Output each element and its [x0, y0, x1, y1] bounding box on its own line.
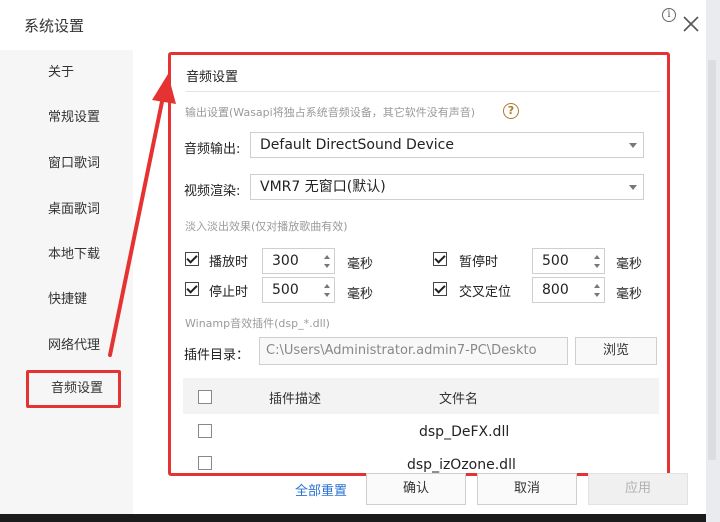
fade-play-value: 300 [272, 253, 299, 269]
fade-play-checkbox[interactable] [185, 252, 199, 266]
column-header-description: 插件描述 [269, 392, 322, 407]
sidebar-item-shortcuts[interactable]: 快捷键 [20, 282, 120, 318]
sidebar-item-proxy[interactable]: 网络代理 [20, 328, 120, 364]
ok-button[interactable]: 确认 [366, 473, 466, 505]
fade-play-stepper[interactable]: 300 [262, 248, 335, 274]
crossfade-seek-stepper[interactable]: 800 [532, 277, 605, 303]
scrollbar[interactable] [708, 60, 716, 460]
chevron-down-icon[interactable] [324, 264, 330, 268]
video-render-label: 视频渲染: [184, 184, 241, 199]
fade-stop-label: 停止时 [209, 285, 249, 300]
sidebar-item-desktop-lyrics[interactable]: 桌面歌词 [20, 192, 120, 228]
info-icon[interactable]: i [662, 8, 676, 22]
fade-stop-unit: 毫秒 [347, 287, 374, 302]
settings-dialog: 系统设置 i 关于 常规设置 窗口歌词 桌面歌词 本地下载 快捷键 网络代理 音… [0, 0, 706, 522]
fade-hint: 淡入淡出效果(仅对播放歌曲有效) [185, 220, 348, 233]
section-title: 音频设置 [186, 70, 239, 85]
chevron-down-icon[interactable] [324, 293, 330, 297]
plugin-dir-input[interactable]: C:\Users\Administrator.admin7-PC\Deskto [259, 337, 568, 365]
video-render-select[interactable]: VMR7 无窗口(默认) [250, 174, 644, 200]
row-checkbox[interactable] [198, 456, 212, 470]
row-checkbox[interactable] [198, 424, 212, 438]
chevron-up-icon[interactable] [324, 255, 330, 259]
browse-button[interactable]: 浏览 [575, 337, 657, 365]
crossfade-seek-label: 交叉定位 [459, 285, 512, 300]
fade-pause-unit: 毫秒 [616, 257, 643, 272]
table-header: 插件描述 文件名 [183, 378, 659, 414]
column-header-filename: 文件名 [439, 392, 479, 407]
apply-button[interactable]: 应用 [588, 473, 688, 505]
background-strip [0, 514, 706, 522]
fade-pause-checkbox[interactable] [433, 252, 447, 266]
sidebar-item-local-download[interactable]: 本地下载 [20, 237, 120, 273]
chevron-down-icon [629, 185, 637, 190]
audio-settings-panel: 音频设置 输出设置(Wasapi将独占系统音频设备，其它软件没有声音) ? 音频… [168, 52, 670, 476]
sidebar-item-window-lyrics[interactable]: 窗口歌词 [20, 146, 120, 182]
crossfade-seek-checkbox[interactable] [433, 282, 447, 296]
select-all-checkbox[interactable] [198, 390, 212, 404]
plugin-table: 插件描述 文件名 dsp_DeFX.dll dsp_izOzone.dll [183, 378, 659, 473]
sidebar: 关于 常规设置 窗口歌词 桌面歌词 本地下载 快捷键 网络代理 音频设置 [0, 50, 133, 522]
row-filename: dsp_izOzone.dll [407, 457, 516, 473]
wasapi-hint: 输出设置(Wasapi将独占系统音频设备，其它软件没有声音) [185, 106, 476, 119]
background-window-edge [706, 0, 720, 522]
close-icon[interactable] [681, 14, 701, 34]
chevron-down-icon[interactable] [594, 293, 600, 297]
audio-output-label: 音频输出: [184, 142, 241, 157]
crossfade-seek-value: 800 [542, 282, 569, 298]
fade-stop-value: 500 [272, 282, 299, 298]
chevron-up-icon[interactable] [594, 255, 600, 259]
fade-pause-value: 500 [542, 253, 569, 269]
sidebar-item-audio[interactable]: 音频设置 [26, 370, 121, 408]
chevron-up-icon[interactable] [324, 284, 330, 288]
audio-output-value: Default DirectSound Device [260, 137, 454, 153]
chevron-down-icon[interactable] [594, 264, 600, 268]
section-divider [186, 91, 660, 92]
winamp-hint: Winamp音效插件(dsp_*.dll) [185, 317, 330, 330]
row-filename: dsp_DeFX.dll [419, 424, 510, 440]
help-icon[interactable]: ? [503, 103, 519, 119]
video-render-value: VMR7 无窗口(默认) [260, 179, 386, 195]
reset-all-link[interactable]: 全部重置 [295, 480, 347, 499]
fade-stop-stepper[interactable]: 500 [262, 277, 335, 303]
sidebar-item-about[interactable]: 关于 [20, 55, 120, 91]
fade-pause-label: 暂停时 [459, 255, 499, 270]
sidebar-item-general[interactable]: 常规设置 [20, 100, 120, 136]
fade-play-unit: 毫秒 [347, 257, 374, 272]
chevron-down-icon [629, 143, 637, 148]
plugin-dir-label: 插件目录： [184, 348, 250, 363]
chevron-up-icon[interactable] [594, 284, 600, 288]
fade-pause-stepper[interactable]: 500 [532, 248, 605, 274]
cancel-button[interactable]: 取消 [477, 473, 577, 505]
audio-output-select[interactable]: Default DirectSound Device [250, 132, 644, 158]
fade-play-label: 播放时 [209, 255, 249, 270]
window-title: 系统设置 [24, 17, 85, 35]
fade-stop-checkbox[interactable] [185, 282, 199, 296]
crossfade-seek-unit: 毫秒 [616, 287, 643, 302]
